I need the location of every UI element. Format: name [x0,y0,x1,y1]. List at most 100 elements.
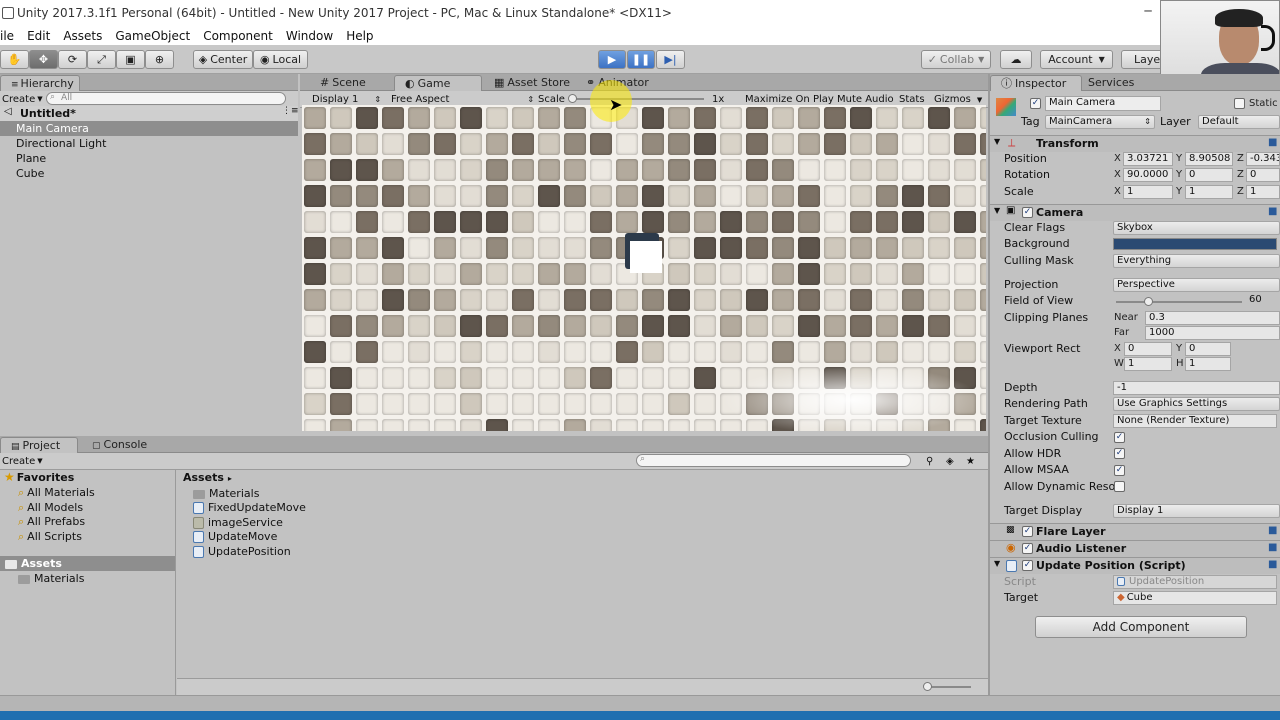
scene-row[interactable]: ◁ Untitled* ⋮≡ [0,106,299,121]
tab-hierarchy[interactable]: ≡ Hierarchy [0,75,80,91]
tab-scene[interactable]: # Scene [310,75,390,91]
menu-gameobject[interactable]: GameObject [115,29,190,43]
hierarchy-search-input[interactable]: ⌕ All [46,92,286,105]
tab-game[interactable]: ◐ Game [394,75,482,91]
menu-file[interactable]: ile [0,29,14,43]
transform-tool-icon[interactable]: ⊕ [145,50,174,69]
active-checkbox[interactable]: ✓ [1030,98,1041,109]
hierarchy-item-plane[interactable]: Plane [16,151,46,166]
collab-dropdown[interactable]: ✓ Collab ▼ [921,50,991,69]
favorite-all-prefabs[interactable]: ⌕ All Prefabs [18,514,85,529]
position-y-field[interactable]: 8.90508 [1185,152,1233,166]
hand-tool-icon[interactable]: ✋ [0,50,29,69]
display-dropdown[interactable]: Display 1 ⇕ [312,94,381,105]
maximize-on-play-toggle[interactable]: Maximize On Play [745,94,834,105]
flare-layer-header[interactable]: ▩ ✓ Flare Layer ■ [990,523,1280,540]
move-tool-icon[interactable]: ✥ [29,50,58,69]
viewport-x-field[interactable]: 0 [1124,342,1172,356]
rendering-path-dropdown[interactable]: Use Graphics Settings [1113,397,1280,411]
camera-header[interactable]: ▼ ▣ ✓ Camera ■ [990,204,1280,221]
pause-button[interactable]: ❚❚ [627,50,655,69]
flare-layer-checkbox[interactable]: ✓ [1022,526,1033,537]
depth-field[interactable]: -1 [1113,381,1280,395]
favorite-all-models[interactable]: ⌕ All Models [18,500,83,515]
audio-listener-header[interactable]: ◉ ✓ Audio Listener ■ [990,540,1280,557]
hierarchy-create-button[interactable]: Create [2,94,35,105]
projection-dropdown[interactable]: Perspective [1113,278,1280,292]
game-view[interactable] [302,105,986,431]
tab-services[interactable]: Services [1078,75,1158,91]
far-field[interactable]: 1000 [1145,326,1280,340]
favorite-all-scripts[interactable]: ⌕ All Scripts [18,529,82,544]
tab-inspector[interactable]: ⓘ Inspector [990,75,1082,91]
assets-root-row[interactable]: Assets [0,556,175,571]
camera-enabled-checkbox[interactable]: ✓ [1022,207,1033,218]
minimize-icon[interactable]: ─ [1134,2,1162,20]
assets-breadcrumb[interactable]: Assets ▸ [183,470,232,485]
component-settings-icon[interactable]: ■ [1268,559,1277,570]
rotate-tool-icon[interactable]: ⟳ [58,50,87,69]
target-display-dropdown[interactable]: Display 1 [1113,504,1280,518]
menu-help[interactable]: Help [346,29,373,43]
scale-y-field[interactable]: 1 [1185,185,1233,199]
position-x-field[interactable]: 3.03721 [1123,152,1173,166]
background-color-swatch[interactable] [1113,238,1277,250]
component-settings-icon[interactable]: ■ [1268,206,1277,217]
pivot-local-button[interactable]: ◉ Local [253,50,308,69]
fov-slider[interactable] [1116,297,1242,306]
occlusion-culling-checkbox[interactable]: ✓ [1114,432,1125,443]
filter-type-icon[interactable]: ⚲ [926,456,933,467]
add-component-button[interactable]: Add Component [1035,616,1247,638]
project-search-input[interactable]: ⌕ [636,454,911,467]
aspect-dropdown[interactable]: Free Aspect ⇕ [391,94,534,105]
tab-console[interactable]: ▢ Console [82,437,162,453]
gizmos-dropdown[interactable]: Gizmos ▼ [934,94,982,105]
menu-assets[interactable]: Assets [63,29,102,43]
cloud-button[interactable]: ☁ [1000,50,1032,69]
filter-label-icon[interactable]: ◈ [946,456,954,467]
hierarchy-item-directional-light[interactable]: Directional Light [16,136,106,151]
position-z-field[interactable]: -0.343 [1246,152,1280,166]
component-settings-icon[interactable]: ■ [1268,137,1277,148]
icon-size-slider-thumb[interactable] [923,682,932,691]
scale-slider-thumb[interactable] [568,94,577,103]
hierarchy-item-main-camera[interactable]: Main Camera [16,121,89,136]
clear-flags-dropdown[interactable]: Skybox [1113,221,1280,235]
layer-dropdown[interactable]: Default [1198,115,1280,129]
rotation-y-field[interactable]: 0 [1185,168,1233,182]
menu-window[interactable]: Window [286,29,333,43]
viewport-y-field[interactable]: 0 [1185,342,1231,356]
audio-listener-checkbox[interactable]: ✓ [1022,543,1033,554]
mute-audio-toggle[interactable]: Mute Audio [837,94,894,105]
update-position-header[interactable]: ▼ ✓ Update Position (Script) ■ [990,557,1280,574]
rect-tool-icon[interactable]: ▣ [116,50,145,69]
step-button[interactable]: ▶| [656,50,685,69]
fov-slider-thumb[interactable] [1143,297,1153,306]
scene-menu-icon[interactable]: ⋮≡ [282,106,299,116]
asset-item-imageservice[interactable]: imageService [193,515,283,530]
rotation-x-field[interactable]: 90.0000 [1123,168,1173,182]
culling-mask-dropdown[interactable]: Everything [1113,254,1280,268]
scale-z-field[interactable]: 1 [1246,185,1280,199]
allow-msaa-checkbox[interactable]: ✓ [1114,465,1125,476]
target-texture-field[interactable]: None (Render Texture) [1113,414,1277,428]
stats-toggle[interactable]: Stats [899,94,925,105]
menu-component[interactable]: Component [203,29,273,43]
viewport-w-field[interactable]: 1 [1124,357,1172,371]
rotation-z-field[interactable]: 0 [1246,168,1280,182]
hierarchy-item-cube[interactable]: Cube [16,166,44,181]
asset-item-materials[interactable]: Materials [193,486,259,501]
allow-hdr-checkbox[interactable]: ✓ [1114,448,1125,459]
favorites-header[interactable]: ★ Favorites [4,470,74,485]
assets-materials-folder[interactable]: Materials [18,571,84,586]
account-dropdown[interactable]: Account ▼ [1040,50,1113,69]
transform-header[interactable]: ▼ ⟂ Transform ■ [990,135,1280,152]
update-position-checkbox[interactable]: ✓ [1022,560,1033,571]
tab-asset-store[interactable]: ▦ Asset Store [484,75,574,91]
asset-item-fixedupdatemove[interactable]: FixedUpdateMove [193,500,306,515]
fov-field[interactable]: 60 [1246,294,1280,308]
asset-item-updatemove[interactable]: UpdateMove [193,529,277,544]
component-settings-icon[interactable]: ■ [1268,542,1277,553]
object-name-field[interactable]: Main Camera [1045,96,1161,111]
asset-item-updateposition[interactable]: UpdatePosition [193,544,291,559]
